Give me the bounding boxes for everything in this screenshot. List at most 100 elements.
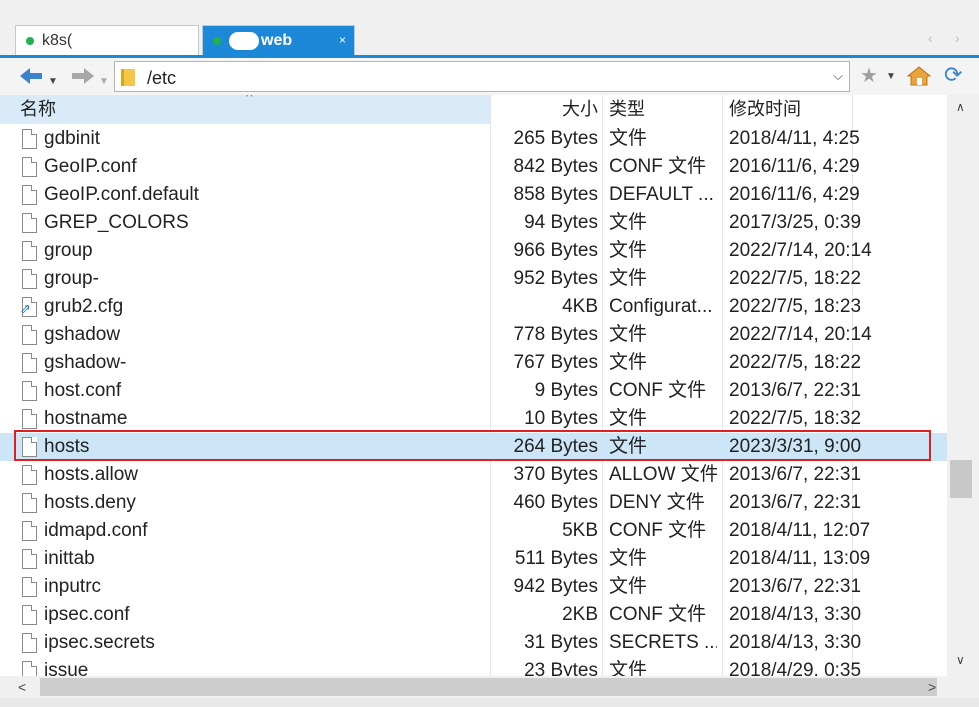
file-icon [22, 213, 37, 233]
refresh-icon[interactable]: ⟳ [944, 62, 962, 88]
file-icon [22, 409, 37, 429]
file-modified: 2018/4/11, 4:25 [729, 128, 860, 149]
scroll-right-icon[interactable]: > [928, 679, 936, 695]
horizontal-scroll-thumb[interactable] [40, 678, 937, 696]
file-modified: 2013/6/7, 22:31 [729, 576, 862, 597]
forward-dropdown-icon[interactable]: ▼ [99, 71, 109, 93]
tab-web[interactable]: web × [202, 25, 355, 56]
file-modified: 2023/3/31, 9:00 [729, 436, 862, 457]
home-icon[interactable] [906, 66, 932, 86]
file-size: 10 Bytes [524, 408, 598, 429]
column-header-size[interactable]: 大小 [490, 95, 602, 124]
redacted-text [74, 33, 133, 49]
back-arrow-icon[interactable] [18, 65, 44, 91]
column-header-name[interactable]: 名称 [0, 95, 490, 124]
file-row[interactable]: issue 23 Bytes 文件 2018/4/29, 0:35 [0, 657, 947, 676]
file-size: 94 Bytes [524, 212, 598, 233]
tab-next-icon[interactable]: › [955, 30, 960, 46]
file-modified: 2013/6/7, 22:31 [729, 380, 862, 401]
file-row[interactable]: group- 952 Bytes 文件 2022/7/5, 18:22 [0, 265, 947, 293]
column-header-type[interactable]: 类型 [602, 95, 722, 124]
file-row[interactable]: hosts.allow 370 Bytes ALLOW 文件 2013/6/7, 22… [0, 461, 947, 489]
scroll-left-icon[interactable]: < [18, 679, 26, 695]
file-row[interactable]: hosts 264 Bytes 文件 2023/3/31, 9:00 [0, 433, 947, 461]
file-icon [22, 661, 37, 676]
file-name: group- [44, 268, 99, 289]
file-row[interactable]: GeoIP.conf 842 Bytes CONF 文件 2016/11/6, 4:2… [0, 153, 947, 181]
file-row[interactable]: inputrc 942 Bytes 文件 2013/6/7, 22:31 [0, 573, 947, 601]
file-size: 942 Bytes [513, 576, 599, 597]
file-modified: 2018/4/13, 3:30 [729, 632, 862, 653]
file-type: CONF 文件 [609, 156, 707, 177]
file-row[interactable]: ⇗ grub2.cfg 4KB Configurat... 2022/7/5, 18:2… [0, 293, 947, 321]
file-name: ipsec.secrets [44, 632, 155, 653]
vertical-scroll-thumb[interactable] [950, 460, 972, 498]
path-input[interactable]: /etc ⌵ [114, 61, 850, 92]
file-size: 778 Bytes [513, 324, 599, 345]
back-dropdown-icon[interactable]: ▼ [48, 71, 58, 93]
file-row[interactable]: hostname 10 Bytes 文件 2022/7/5, 18:32 [0, 405, 947, 433]
file-type: 文件 [609, 408, 648, 429]
file-row[interactable]: GeoIP.conf.default 858 Bytes DEFAULT ... 20… [0, 181, 947, 209]
file-row[interactable]: gdbinit 265 Bytes 文件 2018/4/11, 4:25 [0, 125, 947, 153]
file-size: 966 Bytes [513, 240, 599, 261]
scroll-down-icon[interactable]: ∨ [956, 653, 965, 667]
tab-bar: k8s( web × ‹ › [0, 0, 979, 57]
vertical-scrollbar[interactable] [947, 95, 979, 676]
tab-prev-icon[interactable]: ‹ [928, 30, 933, 46]
file-row[interactable]: idmapd.conf 5KB CONF 文件 2018/4/11, 12:07 [0, 517, 947, 545]
file-type: CONF 文件 [609, 604, 707, 625]
file-icon [22, 381, 37, 401]
file-row[interactable]: GREP_COLORS 94 Bytes 文件 2017/3/25, 0:39 [0, 209, 947, 237]
file-row[interactable]: gshadow 778 Bytes 文件 2022/7/14, 20:14 [0, 321, 947, 349]
file-row[interactable]: ipsec.secrets 31 Bytes SECRETS ... 2018/4/1… [0, 629, 947, 657]
file-name: GeoIP.conf [44, 156, 137, 177]
file-name: gdbinit [44, 128, 100, 149]
file-icon [22, 493, 37, 513]
file-modified: 2022/7/5, 18:22 [729, 268, 862, 289]
file-name: hostname [44, 408, 128, 429]
file-size: 9 Bytes [534, 380, 598, 401]
tab-k8s[interactable]: k8s( [15, 25, 199, 56]
file-list: 名称 ^ 大小 类型 修改时间 gdbinit 265 Bytes 文件 2018/4… [0, 95, 947, 676]
file-type: Configurat... [609, 296, 713, 317]
forward-arrow-icon[interactable] [70, 65, 96, 91]
file-modified: 2016/11/6, 4:29 [729, 156, 860, 177]
bookmark-star-icon[interactable]: ★ [860, 63, 878, 88]
file-type: CONF 文件 [609, 520, 707, 541]
file-type: 文件 [609, 212, 648, 233]
file-row[interactable]: hosts.deny 460 Bytes DENY 文件 2013/6/7, 22:3… [0, 489, 947, 517]
file-type: SECRETS ... [609, 632, 717, 653]
file-row[interactable]: ipsec.conf 2KB CONF 文件 2018/4/13, 3:30 [0, 601, 947, 629]
file-modified: 2018/4/29, 0:35 [729, 660, 862, 676]
file-rows: gdbinit 265 Bytes 文件 2018/4/11, 4:25 GeoIP.c… [0, 125, 947, 676]
file-row[interactable]: inittab 511 Bytes 文件 2018/4/11, 13:09 [0, 545, 947, 573]
file-type: 文件 [609, 548, 648, 569]
file-icon [22, 269, 37, 289]
folder-icon [121, 69, 135, 86]
tab-label: k8s( [42, 32, 73, 49]
file-type: DENY 文件 [609, 492, 705, 513]
chevron-down-icon[interactable]: ⌵ [833, 68, 843, 84]
file-row[interactable]: gshadow- 767 Bytes 文件 2022/7/5, 18:22 [0, 349, 947, 377]
connected-status-icon [213, 37, 221, 45]
file-row[interactable]: host.conf 9 Bytes CONF 文件 2013/6/7, 22:31 [0, 377, 947, 405]
file-name: GeoIP.conf.default [44, 184, 199, 205]
file-type: 文件 [609, 660, 648, 676]
file-type: CONF 文件 [609, 380, 707, 401]
file-type: DEFAULT ... [609, 184, 714, 205]
file-row[interactable]: group 966 Bytes 文件 2022/7/14, 20:14 [0, 237, 947, 265]
file-size: 952 Bytes [513, 268, 599, 289]
bookmark-dropdown-icon[interactable]: ▼ [886, 71, 896, 82]
file-modified: 2022/7/5, 18:32 [729, 408, 862, 429]
scroll-up-icon[interactable]: ∧ [956, 100, 965, 114]
close-tab-icon[interactable]: × [339, 33, 346, 47]
file-name: gshadow- [44, 352, 127, 373]
file-size: 265 Bytes [513, 128, 599, 149]
file-modified: 2017/3/25, 0:39 [729, 212, 862, 233]
file-size: 2KB [562, 604, 598, 625]
file-modified: 2016/11/6, 4:29 [729, 184, 860, 205]
file-modified: 2018/4/11, 13:09 [729, 548, 871, 569]
column-header-modified[interactable]: 修改时间 [722, 95, 852, 124]
tab-label: web [261, 32, 293, 49]
